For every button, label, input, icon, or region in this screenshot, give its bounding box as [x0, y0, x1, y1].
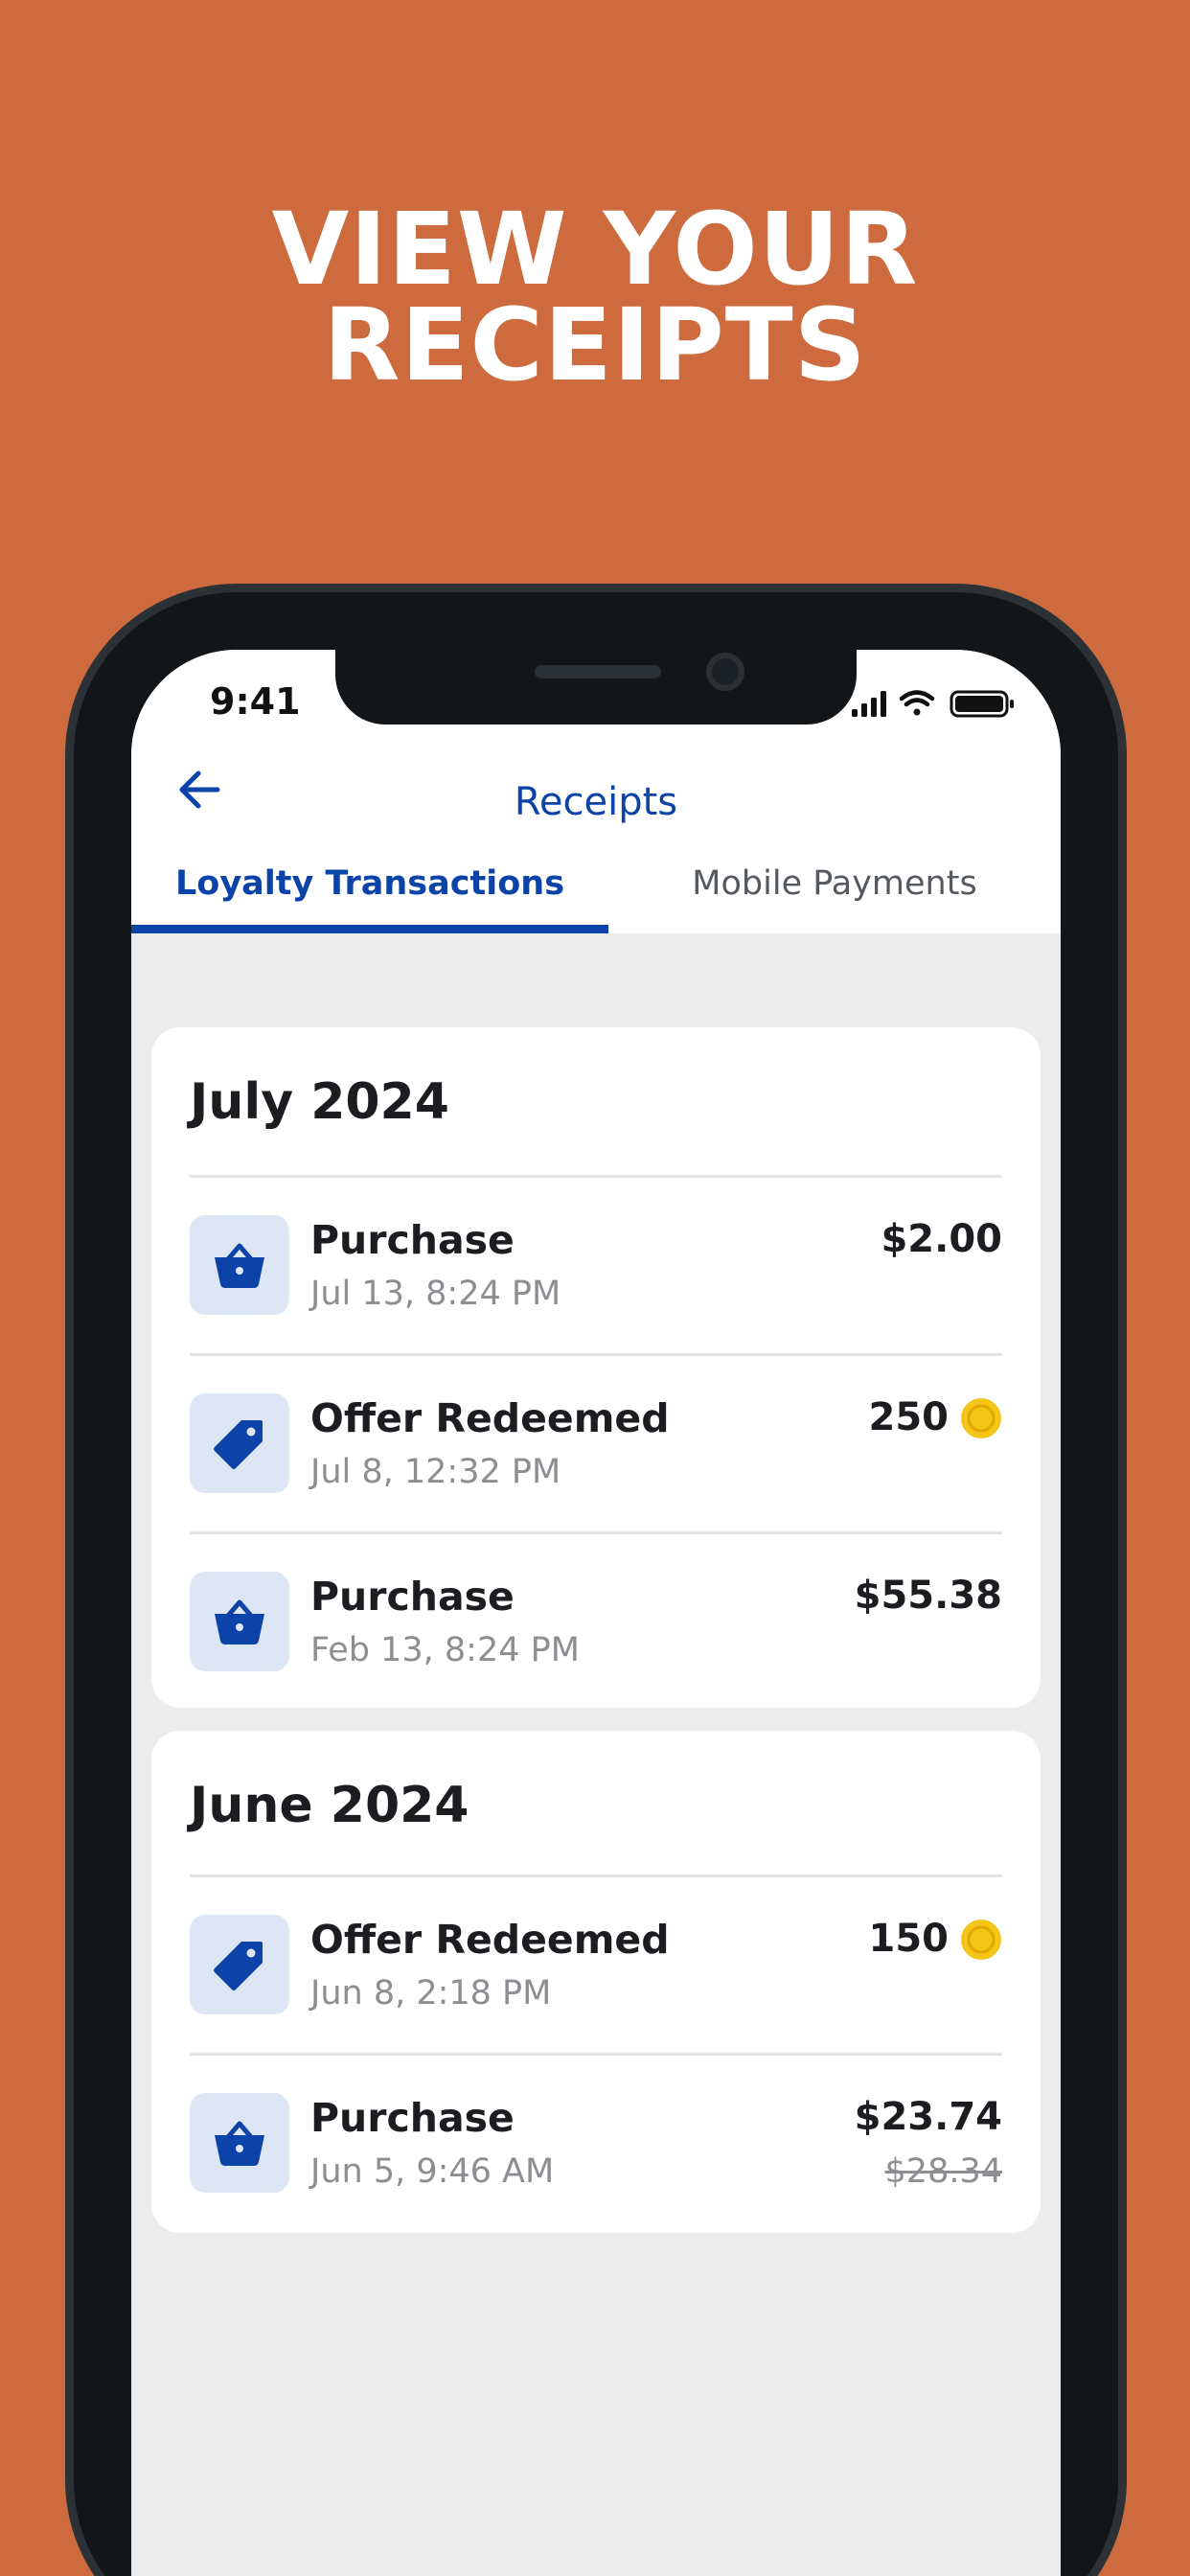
transaction-row[interactable]: Offer Redeemed Jul 8, 12:32 PM 250: [190, 1355, 1002, 1533]
status-time: 9:41: [210, 680, 301, 723]
tag-icon: [214, 1942, 263, 1990]
battery-icon: [950, 690, 1014, 718]
phone-notch: [335, 650, 857, 724]
transaction-row[interactable]: Purchase Jul 13, 8:24 PM $2.00: [190, 1177, 1002, 1355]
nav-bar: Receipts: [131, 738, 1061, 834]
transaction-title: Purchase: [310, 1574, 515, 1620]
front-camera: [706, 653, 744, 691]
basket-icon: [215, 1243, 264, 1288]
headline-line-2: RECEIPTS: [323, 287, 867, 403]
speaker-grille: [535, 665, 661, 678]
transaction-row[interactable]: Purchase Jun 5, 9:46 AM $23.74 $28.34: [190, 2055, 1002, 2233]
tab-bar: Loyalty Transactions Mobile Payments: [131, 834, 1061, 933]
tab-mobile-payments[interactable]: Mobile Payments: [608, 834, 1061, 933]
month-heading: July 2024: [190, 1073, 449, 1131]
points-amount: 150: [868, 1917, 950, 1961]
transaction-title: Purchase: [310, 2095, 515, 2141]
active-tab-indicator: [131, 925, 608, 933]
transaction-amount: $23.74: [854, 2095, 1002, 2139]
transaction-icon-tile: [190, 1215, 289, 1315]
transaction-date: Feb 13, 8:24 PM: [310, 1631, 580, 1669]
transaction-icon-tile: [190, 1572, 289, 1671]
basket-icon: [215, 2121, 264, 2166]
original-amount-strikethrough: $28.34: [884, 2152, 1002, 2191]
transaction-icon-tile: [190, 2093, 289, 2193]
tag-icon: [214, 1420, 263, 1469]
promo-headline: VIEW YOUR RECEIPTS: [0, 191, 1190, 403]
transaction-title: Offer Redeemed: [310, 1917, 670, 1963]
signal-icon: [852, 691, 886, 717]
transaction-icon-tile: [190, 1915, 289, 2014]
transaction-amount: $2.00: [881, 1217, 1002, 1261]
points-coin-icon: [961, 1398, 1001, 1438]
points-amount: 250: [868, 1395, 950, 1439]
tab-loyalty-transactions[interactable]: Loyalty Transactions: [131, 834, 608, 933]
phone-screen: 9:41 Receipts Loyalty Transactions Mobil…: [131, 650, 1061, 2576]
points-coin-icon: [961, 1920, 1001, 1960]
headline-line-1: VIEW YOUR: [271, 191, 919, 308]
transaction-icon-tile: [190, 1393, 289, 1493]
transaction-row[interactable]: Offer Redeemed Jun 8, 2:18 PM 150: [190, 1876, 1002, 2055]
transaction-date: Jul 13, 8:24 PM: [310, 1275, 561, 1313]
month-heading: June 2024: [190, 1777, 469, 1834]
status-icons: [852, 690, 1014, 718]
page-title: Receipts: [514, 780, 678, 824]
month-card-july: July 2024 Purchase Jul 13, 8:24 PM $2.00: [151, 1027, 1041, 1708]
transaction-date: Jun 5, 9:46 AM: [310, 2152, 555, 2191]
transaction-date: Jul 8, 12:32 PM: [310, 1453, 561, 1491]
transaction-date: Jun 8, 2:18 PM: [310, 1974, 552, 2012]
transaction-row[interactable]: Purchase Feb 13, 8:24 PM $55.38: [190, 1533, 1002, 1712]
promo-page: VIEW YOUR RECEIPTS 9:41 Receipts Loyalty…: [0, 0, 1190, 2576]
transaction-title: Offer Redeemed: [310, 1395, 670, 1441]
basket-icon: [215, 1599, 264, 1644]
transaction-amount: $55.38: [854, 1574, 1002, 1618]
wifi-icon: [899, 690, 935, 716]
month-card-june: June 2024 Offer Redeemed Jun 8, 2:18 PM …: [151, 1731, 1041, 2233]
transaction-title: Purchase: [310, 1217, 515, 1263]
